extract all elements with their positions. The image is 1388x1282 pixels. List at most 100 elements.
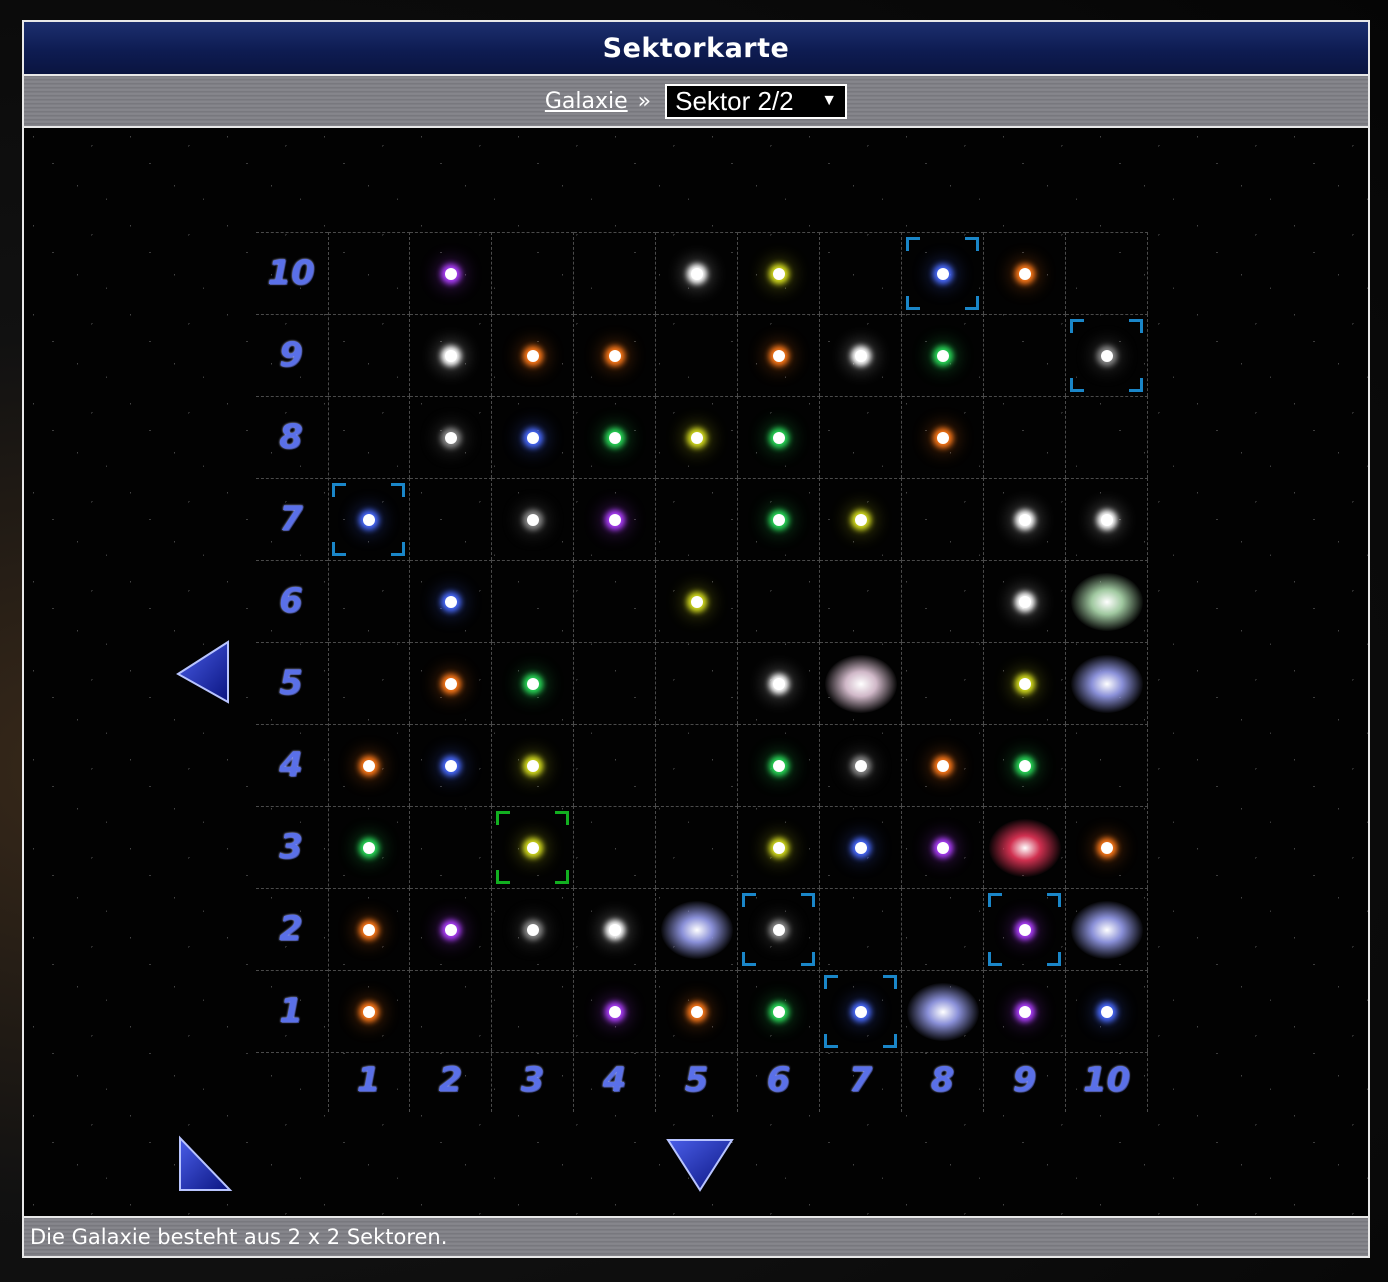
map-cell-7-6[interactable] <box>820 560 902 642</box>
map-cell-8-9[interactable] <box>902 314 984 396</box>
map-cell-6-7[interactable] <box>738 478 820 560</box>
map-cell-4-2[interactable] <box>574 888 656 970</box>
map-cell-4-3[interactable] <box>574 806 656 888</box>
map-cell-2-8[interactable] <box>410 396 492 478</box>
map-cell-2-2[interactable] <box>410 888 492 970</box>
map-cell-8-2[interactable] <box>902 888 984 970</box>
map-cell-4-1[interactable] <box>574 970 656 1052</box>
map-cell-3-8[interactable] <box>492 396 574 478</box>
map-cell-8-10[interactable] <box>902 232 984 314</box>
map-cell-9-5[interactable] <box>984 642 1066 724</box>
map-cell-1-8[interactable] <box>328 396 410 478</box>
map-cell-9-10[interactable] <box>984 232 1066 314</box>
map-cell-2-5[interactable] <box>410 642 492 724</box>
map-cell-6-6[interactable] <box>738 560 820 642</box>
map-cell-9-2[interactable] <box>984 888 1066 970</box>
map-cell-10-2[interactable] <box>1066 888 1148 970</box>
map-cell-9-6[interactable] <box>984 560 1066 642</box>
map-cell-10-1[interactable] <box>1066 970 1148 1052</box>
map-cell-6-8[interactable] <box>738 396 820 478</box>
map-cell-6-4[interactable] <box>738 724 820 806</box>
map-cell-3-10[interactable] <box>492 232 574 314</box>
map-cell-7-5[interactable] <box>820 642 902 724</box>
map-cell-1-1[interactable] <box>328 970 410 1052</box>
map-cell-9-3[interactable] <box>984 806 1066 888</box>
map-cell-10-10[interactable] <box>1066 232 1148 314</box>
map-cell-3-7[interactable] <box>492 478 574 560</box>
map-cell-6-1[interactable] <box>738 970 820 1052</box>
map-cell-10-4[interactable] <box>1066 724 1148 806</box>
map-cell-9-7[interactable] <box>984 478 1066 560</box>
map-cell-1-3[interactable] <box>328 806 410 888</box>
map-cell-6-5[interactable] <box>738 642 820 724</box>
map-cell-2-3[interactable] <box>410 806 492 888</box>
map-cell-10-6[interactable] <box>1066 560 1148 642</box>
map-cell-1-7[interactable] <box>328 478 410 560</box>
map-cell-5-5[interactable] <box>656 642 738 724</box>
map-cell-7-10[interactable] <box>820 232 902 314</box>
map-cell-6-2[interactable] <box>738 888 820 970</box>
map-cell-5-2[interactable] <box>656 888 738 970</box>
arrow-down-icon[interactable] <box>666 1136 734 1194</box>
map-cell-4-10[interactable] <box>574 232 656 314</box>
map-cell-6-3[interactable] <box>738 806 820 888</box>
map-cell-3-9[interactable] <box>492 314 574 396</box>
map-cell-8-8[interactable] <box>902 396 984 478</box>
map-cell-10-9[interactable] <box>1066 314 1148 396</box>
map-cell-2-9[interactable] <box>410 314 492 396</box>
map-cell-7-4[interactable] <box>820 724 902 806</box>
map-cell-1-6[interactable] <box>328 560 410 642</box>
map-cell-2-1[interactable] <box>410 970 492 1052</box>
map-cell-7-8[interactable] <box>820 396 902 478</box>
map-cell-5-6[interactable] <box>656 560 738 642</box>
map-cell-10-5[interactable] <box>1066 642 1148 724</box>
map-cell-3-2[interactable] <box>492 888 574 970</box>
map-cell-4-6[interactable] <box>574 560 656 642</box>
map-cell-7-3[interactable] <box>820 806 902 888</box>
map-cell-7-2[interactable] <box>820 888 902 970</box>
map-cell-10-3[interactable] <box>1066 806 1148 888</box>
map-cell-5-8[interactable] <box>656 396 738 478</box>
map-cell-7-7[interactable] <box>820 478 902 560</box>
map-cell-2-7[interactable] <box>410 478 492 560</box>
map-cell-4-9[interactable] <box>574 314 656 396</box>
map-cell-3-1[interactable] <box>492 970 574 1052</box>
map-cell-5-3[interactable] <box>656 806 738 888</box>
map-cell-8-4[interactable] <box>902 724 984 806</box>
map-cell-7-1[interactable] <box>820 970 902 1052</box>
map-cell-3-5[interactable] <box>492 642 574 724</box>
map-cell-1-2[interactable] <box>328 888 410 970</box>
map-cell-1-10[interactable] <box>328 232 410 314</box>
map-cell-8-3[interactable] <box>902 806 984 888</box>
map-cell-4-8[interactable] <box>574 396 656 478</box>
map-cell-5-1[interactable] <box>656 970 738 1052</box>
map-cell-10-8[interactable] <box>1066 396 1148 478</box>
map-cell-8-6[interactable] <box>902 560 984 642</box>
map-cell-9-9[interactable] <box>984 314 1066 396</box>
map-cell-1-4[interactable] <box>328 724 410 806</box>
map-cell-3-3[interactable] <box>492 806 574 888</box>
map-cell-4-7[interactable] <box>574 478 656 560</box>
map-cell-5-7[interactable] <box>656 478 738 560</box>
map-cell-9-8[interactable] <box>984 396 1066 478</box>
map-cell-4-4[interactable] <box>574 724 656 806</box>
map-cell-8-7[interactable] <box>902 478 984 560</box>
map-cell-9-1[interactable] <box>984 970 1066 1052</box>
map-cell-2-6[interactable] <box>410 560 492 642</box>
breadcrumb-galaxy-link[interactable]: Galaxie <box>545 89 628 114</box>
map-cell-5-4[interactable] <box>656 724 738 806</box>
map-cell-9-4[interactable] <box>984 724 1066 806</box>
map-cell-3-4[interactable] <box>492 724 574 806</box>
map-cell-5-10[interactable] <box>656 232 738 314</box>
map-cell-1-5[interactable] <box>328 642 410 724</box>
map-cell-8-5[interactable] <box>902 642 984 724</box>
map-cell-1-9[interactable] <box>328 314 410 396</box>
map-cell-2-10[interactable] <box>410 232 492 314</box>
map-cell-2-4[interactable] <box>410 724 492 806</box>
sector-select[interactable]: Sektor 2/2 ▼ <box>665 83 848 119</box>
arrow-left-icon[interactable] <box>176 640 234 708</box>
map-cell-6-9[interactable] <box>738 314 820 396</box>
map-cell-7-9[interactable] <box>820 314 902 396</box>
map-cell-3-6[interactable] <box>492 560 574 642</box>
map-cell-5-9[interactable] <box>656 314 738 396</box>
